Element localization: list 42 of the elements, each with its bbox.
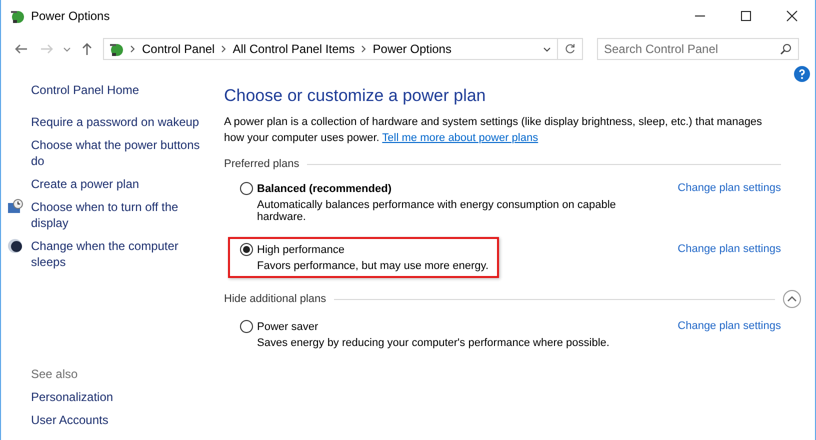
sidebar-link[interactable]: Create a power plan (31, 176, 201, 192)
window-title: Power Options (31, 9, 110, 23)
chevron-right-icon (130, 45, 136, 53)
page-heading: Choose or customize a power plan (224, 86, 487, 106)
section-title: Hide additional plans (224, 293, 326, 305)
refresh-icon[interactable] (564, 43, 576, 55)
chevron-right-icon (360, 45, 367, 53)
breadcrumb[interactable]: All Control Panel Items (232, 42, 355, 56)
plan-description: Saves energy by reducing your computer's performance where possible. (257, 337, 610, 349)
radio-button[interactable] (240, 182, 253, 195)
address-bar[interactable]: Control Panel All Control Panel Items Power Options (103, 38, 583, 60)
chevron-down-icon[interactable] (543, 45, 551, 53)
plan-name: High performance (257, 244, 344, 256)
breadcrumb[interactable]: Power Options (372, 42, 452, 56)
search-field[interactable]: Search Control Panel (597, 38, 799, 60)
breadcrumb[interactable]: Control Panel (142, 42, 215, 56)
help-icon[interactable] (794, 66, 810, 82)
radio-button[interactable] (240, 320, 253, 333)
radio-button[interactable] (240, 243, 253, 256)
plan-description: Automatically balances performance with energy consumption on capable hardware. (257, 199, 617, 223)
sidebar-link[interactable]: Change when the computer sleeps (31, 238, 201, 270)
monitor-clock-icon (7, 199, 23, 215)
section-title: Preferred plans (224, 158, 300, 170)
sidebar-link[interactable]: Personalization (31, 389, 224, 405)
plan-name: Power saver (257, 320, 318, 332)
sidebar-link[interactable]: Require a password on wakeup (31, 114, 201, 130)
change-plan-settings-link[interactable]: Change plan settings (678, 243, 781, 255)
see-also-heading: See also (31, 366, 79, 382)
plan-name: Balanced (recommended) (257, 182, 392, 194)
search-icon[interactable] (780, 43, 792, 55)
plan-description: Favors performance, but may use more energy. (257, 260, 489, 272)
sidebar-link[interactable]: Choose what the power buttons do (31, 137, 201, 169)
moon-icon (7, 238, 23, 254)
sidebar-link[interactable]: User Accounts (31, 412, 224, 428)
sidebar-link[interactable]: Choose when to turn off the display (31, 199, 201, 231)
chevron-right-icon (220, 45, 227, 53)
help-link[interactable]: Tell me more about power plans (382, 132, 538, 144)
sidebar-link[interactable]: Control Panel Home (31, 82, 224, 98)
change-plan-settings-link[interactable]: Change plan settings (678, 320, 781, 332)
collapse-button-icon[interactable] (783, 290, 801, 308)
change-plan-settings-link[interactable]: Change plan settings (678, 182, 781, 194)
description-text: A power plan is a collection of hardware and system settings (like display brightness, sleep, etc.) that manages how your computer uses power. Tell me more about power plans (224, 115, 764, 146)
